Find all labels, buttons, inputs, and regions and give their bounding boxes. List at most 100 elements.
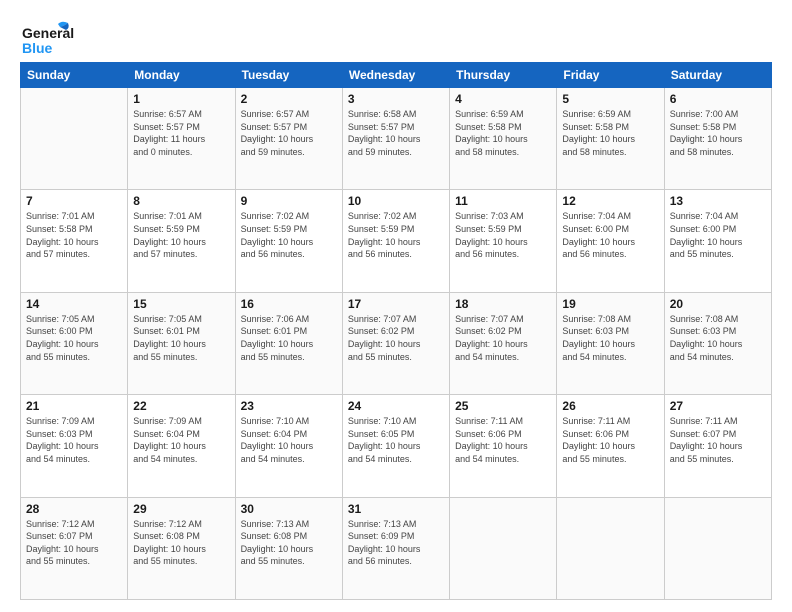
day-info: Sunrise: 7:10 AM Sunset: 6:04 PM Dayligh… [241, 415, 337, 465]
calendar-cell: 31 Sunrise: 7:13 AM Sunset: 6:09 PM Dayli… [342, 497, 449, 599]
calendar-cell [450, 497, 557, 599]
calendar-cell: 7 Sunrise: 7:01 AM Sunset: 5:58 PM Daylig… [21, 190, 128, 292]
calendar-header-row: SundayMondayTuesdayWednesdayThursdayFrid… [21, 63, 772, 88]
calendar-cell: 3 Sunrise: 6:58 AM Sunset: 5:57 PM Daylig… [342, 88, 449, 190]
header-sunday: Sunday [21, 63, 128, 88]
day-info: Sunrise: 7:02 AM Sunset: 5:59 PM Dayligh… [241, 210, 337, 260]
day-info: Sunrise: 7:12 AM Sunset: 6:08 PM Dayligh… [133, 518, 229, 568]
day-number: 29 [133, 502, 229, 516]
day-info: Sunrise: 7:01 AM Sunset: 5:59 PM Dayligh… [133, 210, 229, 260]
calendar-cell: 29 Sunrise: 7:12 AM Sunset: 6:08 PM Dayli… [128, 497, 235, 599]
day-info: Sunrise: 7:01 AM Sunset: 5:58 PM Dayligh… [26, 210, 122, 260]
day-info: Sunrise: 7:09 AM Sunset: 6:04 PM Dayligh… [133, 415, 229, 465]
day-info: Sunrise: 7:04 AM Sunset: 6:00 PM Dayligh… [562, 210, 658, 260]
day-info: Sunrise: 7:11 AM Sunset: 6:06 PM Dayligh… [562, 415, 658, 465]
day-info: Sunrise: 7:07 AM Sunset: 6:02 PM Dayligh… [455, 313, 551, 363]
calendar-cell: 2Sunrise: 6:57 AM Sunset: 5:57 PM Daylig… [235, 88, 342, 190]
day-number: 1 [133, 92, 229, 106]
day-number: 25 [455, 399, 551, 413]
calendar-cell: 15Sunrise: 7:05 AM Sunset: 6:01 PM Dayli… [128, 292, 235, 394]
day-number: 14 [26, 297, 122, 311]
day-number: 15 [133, 297, 229, 311]
calendar-cell: 12 Sunrise: 7:04 AM Sunset: 6:00 PM Dayli… [557, 190, 664, 292]
day-number: 31 [348, 502, 444, 516]
calendar-cell [557, 497, 664, 599]
calendar-cell: 6Sunrise: 7:00 AM Sunset: 5:58 PM Daylig… [664, 88, 771, 190]
day-info: Sunrise: 7:12 AM Sunset: 6:07 PM Dayligh… [26, 518, 122, 568]
day-info: Sunrise: 7:11 AM Sunset: 6:07 PM Dayligh… [670, 415, 766, 465]
header-tuesday: Tuesday [235, 63, 342, 88]
day-info: Sunrise: 7:06 AM Sunset: 6:01 PM Dayligh… [241, 313, 337, 363]
day-number: 17 [348, 297, 444, 311]
day-number: 23 [241, 399, 337, 413]
calendar-cell: 27Sunrise: 7:11 AM Sunset: 6:07 PM Dayli… [664, 395, 771, 497]
calendar-week-3: 14 Sunrise: 7:05 AM Sunset: 6:00 PM Dayli… [21, 292, 772, 394]
calendar-cell: 22 Sunrise: 7:09 AM Sunset: 6:04 PM Dayli… [128, 395, 235, 497]
svg-text:Blue: Blue [22, 40, 53, 56]
day-info: Sunrise: 7:08 AM Sunset: 6:03 PM Dayligh… [670, 313, 766, 363]
calendar-cell: 9 Sunrise: 7:02 AM Sunset: 5:59 PM Daylig… [235, 190, 342, 292]
day-info: Sunrise: 7:05 AM Sunset: 6:00 PM Dayligh… [26, 313, 122, 363]
calendar-week-4: 21Sunrise: 7:09 AM Sunset: 6:03 PM Dayli… [21, 395, 772, 497]
day-info: Sunrise: 6:57 AM Sunset: 5:57 PM Dayligh… [241, 108, 337, 158]
day-number: 7 [26, 194, 122, 208]
day-info: Sunrise: 7:02 AM Sunset: 5:59 PM Dayligh… [348, 210, 444, 260]
calendar-cell: 21Sunrise: 7:09 AM Sunset: 6:03 PM Dayli… [21, 395, 128, 497]
calendar-week-5: 28Sunrise: 7:12 AM Sunset: 6:07 PM Dayli… [21, 497, 772, 599]
day-number: 3 [348, 92, 444, 106]
calendar-cell [21, 88, 128, 190]
day-number: 12 [562, 194, 658, 208]
day-number: 26 [562, 399, 658, 413]
calendar-cell: 5Sunrise: 6:59 AM Sunset: 5:58 PM Daylig… [557, 88, 664, 190]
day-info: Sunrise: 7:11 AM Sunset: 6:06 PM Dayligh… [455, 415, 551, 465]
day-number: 8 [133, 194, 229, 208]
day-info: Sunrise: 7:00 AM Sunset: 5:58 PM Dayligh… [670, 108, 766, 158]
day-info: Sunrise: 6:59 AM Sunset: 5:58 PM Dayligh… [562, 108, 658, 158]
logo: GeneralBlue [20, 18, 80, 56]
calendar-cell: 1Sunrise: 6:57 AM Sunset: 5:57 PM Daylig… [128, 88, 235, 190]
day-info: Sunrise: 7:13 AM Sunset: 6:08 PM Dayligh… [241, 518, 337, 568]
calendar-cell: 4Sunrise: 6:59 AM Sunset: 5:58 PM Daylig… [450, 88, 557, 190]
day-number: 9 [241, 194, 337, 208]
header-wednesday: Wednesday [342, 63, 449, 88]
header-monday: Monday [128, 63, 235, 88]
calendar-cell: 26 Sunrise: 7:11 AM Sunset: 6:06 PM Dayli… [557, 395, 664, 497]
day-number: 10 [348, 194, 444, 208]
calendar-cell: 17 Sunrise: 7:07 AM Sunset: 6:02 PM Dayli… [342, 292, 449, 394]
calendar-cell: 14 Sunrise: 7:05 AM Sunset: 6:00 PM Dayli… [21, 292, 128, 394]
calendar-cell: 20 Sunrise: 7:08 AM Sunset: 6:03 PM Dayli… [664, 292, 771, 394]
calendar-cell: 23 Sunrise: 7:10 AM Sunset: 6:04 PM Dayli… [235, 395, 342, 497]
day-number: 20 [670, 297, 766, 311]
day-number: 18 [455, 297, 551, 311]
calendar-cell: 18 Sunrise: 7:07 AM Sunset: 6:02 PM Dayli… [450, 292, 557, 394]
day-number: 22 [133, 399, 229, 413]
calendar-week-2: 7 Sunrise: 7:01 AM Sunset: 5:58 PM Daylig… [21, 190, 772, 292]
day-number: 4 [455, 92, 551, 106]
day-info: Sunrise: 7:08 AM Sunset: 6:03 PM Dayligh… [562, 313, 658, 363]
logo-icon: GeneralBlue [20, 18, 80, 56]
day-number: 11 [455, 194, 551, 208]
header: GeneralBlue [20, 18, 772, 56]
day-number: 24 [348, 399, 444, 413]
day-number: 30 [241, 502, 337, 516]
day-number: 19 [562, 297, 658, 311]
calendar: SundayMondayTuesdayWednesdayThursdayFrid… [20, 62, 772, 600]
day-info: Sunrise: 7:09 AM Sunset: 6:03 PM Dayligh… [26, 415, 122, 465]
calendar-week-1: 1 Sunrise: 6:57 AM Sunset: 5:57 PM Daylig… [21, 88, 772, 190]
calendar-cell: 8 Sunrise: 7:01 AM Sunset: 5:59 PM Daylig… [128, 190, 235, 292]
calendar-cell: 24Sunrise: 7:10 AM Sunset: 6:05 PM Dayli… [342, 395, 449, 497]
svg-text:General: General [22, 25, 74, 41]
calendar-cell [664, 497, 771, 599]
day-info: Sunrise: 7:07 AM Sunset: 6:02 PM Dayligh… [348, 313, 444, 363]
calendar-cell: 11 Sunrise: 7:03 AM Sunset: 5:59 PM Dayli… [450, 190, 557, 292]
day-info: Sunrise: 7:13 AM Sunset: 6:09 PM Dayligh… [348, 518, 444, 568]
day-info: Sunrise: 7:04 AM Sunset: 6:00 PM Dayligh… [670, 210, 766, 260]
day-info: Sunrise: 6:58 AM Sunset: 5:57 PM Dayligh… [348, 108, 444, 158]
calendar-cell: 28Sunrise: 7:12 AM Sunset: 6:07 PM Dayli… [21, 497, 128, 599]
day-number: 13 [670, 194, 766, 208]
day-number: 16 [241, 297, 337, 311]
header-saturday: Saturday [664, 63, 771, 88]
header-thursday: Thursday [450, 63, 557, 88]
calendar-cell: 30 Sunrise: 7:13 AM Sunset: 6:08 PM Dayli… [235, 497, 342, 599]
day-info: Sunrise: 7:03 AM Sunset: 5:59 PM Dayligh… [455, 210, 551, 260]
